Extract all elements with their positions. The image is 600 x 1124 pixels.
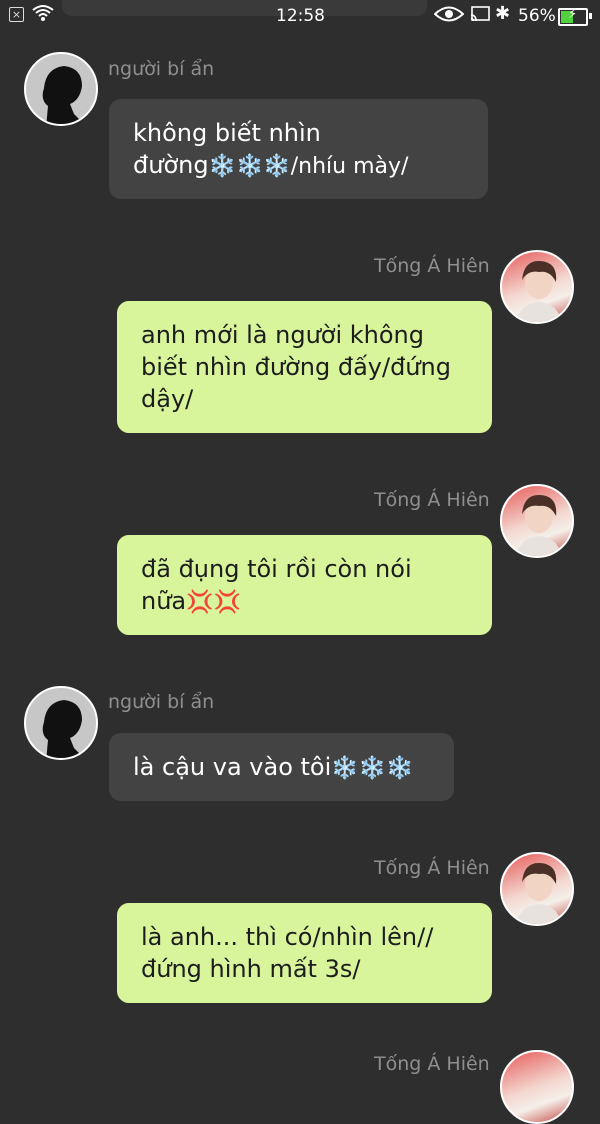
message-text: là cậu va vào tôi (133, 753, 332, 781)
sender-name: Tống Á Hiên (374, 255, 490, 277)
message-bubble[interactable]: là cậu va vào tôi❄️❄️❄️ (109, 733, 454, 801)
eye-icon (434, 6, 464, 22)
silhouette-icon (42, 66, 84, 124)
bluetooth-icon: ✱ (495, 3, 511, 24)
close-box-icon: × (9, 7, 24, 22)
message-bubble[interactable]: anh mới là người không biết nhìn đường đ… (117, 301, 492, 433)
message-suffix: 💢💢 (186, 590, 241, 615)
sender-name: người bí ẩn (108, 58, 215, 80)
status-tab (62, 0, 427, 16)
avatar-mystery-person[interactable] (24, 686, 98, 760)
battery-icon: ⚡ (558, 7, 592, 26)
portrait-icon (516, 862, 562, 924)
portrait-icon (516, 494, 562, 556)
message-bubble[interactable]: không biết nhìn đường❄️❄️❄️/nhíu mày/ (109, 99, 488, 199)
sender-name: Tống Á Hiên (374, 1053, 490, 1075)
silhouette-icon (42, 700, 84, 758)
message-bubble[interactable]: đã đụng tôi rồi còn nói nữa💢💢 (117, 535, 492, 635)
message-suffix: ❄️❄️❄️ (331, 756, 414, 781)
clock: 12:58 (276, 6, 325, 26)
battery-percent: 56% (518, 6, 556, 26)
message-text: là anh... thì có/nhìn lên// đứng hình mấ… (141, 923, 434, 983)
avatar-tong-a-hien[interactable] (500, 1050, 574, 1124)
portrait-icon (516, 260, 562, 322)
sender-name: Tống Á Hiên (374, 857, 490, 879)
wifi-icon (32, 5, 54, 21)
avatar-tong-a-hien[interactable] (500, 484, 574, 558)
message-bubble[interactable]: là anh... thì có/nhìn lên// đứng hình mấ… (117, 903, 492, 1003)
sender-name: Tống Á Hiên (374, 489, 490, 511)
status-bar: × 12:58 ✱ 56% ⚡ (0, 0, 600, 32)
message-text: anh mới là người không biết nhìn đường đ… (141, 321, 451, 413)
message-suffix: ❄️❄️❄️/nhíu mày/ (208, 154, 409, 179)
message-text: đã đụng tôi rồi còn nói nữa (141, 555, 412, 615)
avatar-tong-a-hien[interactable] (500, 250, 574, 324)
cast-icon (470, 6, 490, 22)
avatar-mystery-person[interactable] (24, 52, 98, 126)
avatar-tong-a-hien[interactable] (500, 852, 574, 926)
sender-name: người bí ẩn (108, 691, 215, 713)
